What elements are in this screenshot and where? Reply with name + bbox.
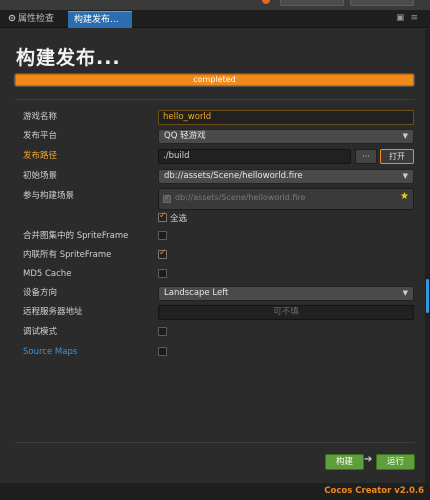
source-maps-checkbox[interactable] — [158, 347, 167, 356]
select-all-label: 全选 — [170, 214, 188, 224]
build-scenes-list: db://assets/Scene/helloworld.fire ★ — [158, 188, 414, 210]
md5-cache-label: MD5 Cache — [23, 269, 72, 279]
orientation-label: 设备方向 — [23, 288, 58, 298]
platform-select-value: QQ 轻游戏 — [164, 131, 206, 141]
open-path-button[interactable]: 打开 — [380, 149, 414, 164]
gear-icon — [8, 12, 16, 22]
version-text: Cocos Creator v2.0.6 — [324, 486, 424, 496]
footer-bar: Cocos Creator v2.0.6 — [0, 483, 430, 500]
select-all-checkbox[interactable] — [158, 211, 167, 222]
publish-path-input[interactable]: ./build — [158, 149, 351, 164]
source-maps-label: Source Maps — [23, 347, 78, 357]
build-progress-bar: completed — [15, 74, 414, 86]
tab-build[interactable]: 构建发布... — [68, 11, 132, 28]
publish-path-label: 发布路径 — [23, 151, 58, 161]
remote-server-label: 远程服务器地址 — [23, 307, 83, 317]
progress-status-text: completed — [193, 75, 236, 84]
merge-spriteframe-label: 合并图集中的 SpriteFrame — [23, 231, 129, 241]
browse-path-button[interactable]: ··· — [355, 149, 377, 164]
tab-build-label: 构建发布... — [74, 15, 119, 25]
divider — [15, 442, 415, 443]
orientation-select[interactable]: Landscape Left ▼ — [158, 286, 414, 301]
orientation-value: Landscape Left — [164, 288, 229, 298]
top-button-1[interactable] — [280, 0, 344, 6]
platform-label: 发布平台 — [23, 131, 58, 141]
top-strip — [0, 0, 430, 10]
md5-cache-checkbox[interactable] — [158, 269, 167, 278]
menu-icon[interactable]: ≡ — [410, 13, 424, 23]
arrow-right-icon: ➔ — [364, 454, 373, 465]
tab-inspector[interactable]: 属性检查器 — [2, 11, 66, 41]
build-scenes-label: 参与构建场景 — [23, 191, 75, 201]
start-scene-label: 初始场景 — [23, 171, 58, 181]
build-panel: 构建发布... completed 游戏名称 hello_world 发布平台 … — [0, 29, 430, 500]
scrollbar[interactable] — [425, 29, 430, 483]
divider — [15, 99, 415, 100]
merge-spriteframe-checkbox[interactable] — [158, 231, 167, 240]
start-scene-select[interactable]: db://assets/Scene/helloworld.fire ▼ — [158, 169, 414, 184]
inline-spriteframe-checkbox[interactable] — [158, 248, 167, 259]
build-button[interactable]: 构建 — [325, 454, 364, 470]
dropdown-caret-icon: ▼ — [402, 289, 408, 297]
scrollbar-thumb[interactable] — [426, 279, 429, 313]
start-scene-value: db://assets/Scene/helloworld.fire — [164, 171, 303, 181]
tab-bar: 属性检查器 构建发布... ▣≡ — [0, 10, 430, 41]
game-name-input[interactable]: hello_world — [158, 110, 414, 125]
inline-spriteframe-label: 内联所有 SpriteFrame — [23, 250, 112, 260]
star-icon: ★ — [400, 191, 409, 202]
maximize-icon[interactable]: ▣ — [396, 13, 411, 23]
dropdown-caret-icon: ▼ — [402, 132, 408, 140]
run-button[interactable]: 运行 — [376, 454, 415, 470]
top-button-2[interactable] — [350, 0, 414, 6]
debug-mode-checkbox[interactable] — [158, 327, 167, 336]
platform-select[interactable]: QQ 轻游戏 ▼ — [158, 129, 414, 144]
scene-item-checkbox — [163, 193, 171, 203]
page-title: 构建发布... — [16, 47, 121, 69]
dropdown-caret-icon: ▼ — [402, 172, 408, 180]
window-controls: ▣≡ — [396, 13, 424, 23]
remote-server-input[interactable]: 可不填 — [158, 305, 414, 320]
notification-dot — [262, 0, 270, 4]
scene-item-path: db://assets/Scene/helloworld.fire — [175, 193, 306, 202]
debug-mode-label: 调试模式 — [23, 327, 58, 337]
game-name-label: 游戏名称 — [23, 112, 58, 122]
